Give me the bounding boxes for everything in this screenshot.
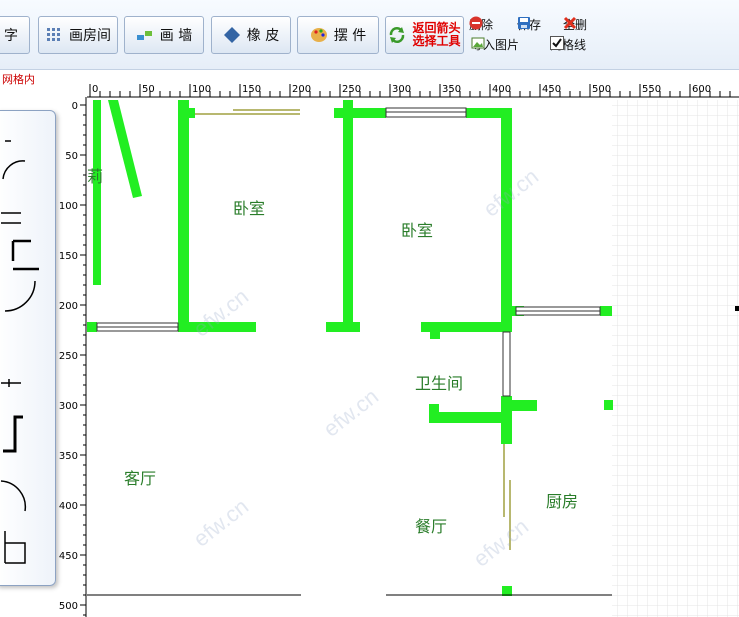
y-ruler-label: 0: [72, 101, 78, 112]
y-ruler-label: 250: [59, 351, 78, 362]
x-ruler-label: 0: [92, 84, 98, 95]
x-ruler-label: 200: [292, 84, 311, 95]
drawing-canvas[interactable]: 0 50 100 150 200 250 300 350 400 450 500 550 600 0 50…: [0, 70, 739, 617]
refresh-icon: [390, 27, 405, 43]
grid-icon: [47, 28, 60, 41]
palette-icon: [310, 28, 327, 42]
symbol-thumbnails: [0, 140, 39, 564]
wall-stub-far-east: [600, 306, 612, 316]
toolbar: 字 画房间 画 墙 橡 皮 摆 件 返回箭头 选择工具 全删 导入图片 网格线: [0, 0, 739, 70]
delete-icon: [469, 16, 483, 30]
delete-all-button[interactable]: 全删: [563, 16, 587, 33]
return-select-tool-button[interactable]: 返回箭头 选择工具: [385, 16, 464, 54]
vertical-ruler: 0 50 100 150 200 250 300 350 400 450 500: [59, 97, 87, 617]
y-ruler-label: 50: [65, 151, 78, 162]
y-ruler-label: 300: [59, 401, 78, 412]
horizontal-ruler: 0 50 100 150 200 250 300 350 400 450 500 550 600: [87, 84, 739, 98]
wall-bedroom-right-west: [343, 100, 353, 332]
x-ruler-label: 400: [492, 84, 511, 95]
room-label-kitchen: 厨房: [546, 492, 579, 511]
x-ruler-label: 350: [442, 84, 461, 95]
wall-bedroom-left-west: [178, 100, 189, 332]
return-select-text: 返回箭头 选择工具: [412, 22, 460, 48]
save-button[interactable]: 保存: [517, 16, 541, 33]
x-ruler-label: 600: [692, 84, 711, 95]
draw-wall-button[interactable]: 画 墙: [124, 16, 204, 54]
grid-toggle[interactable]: 网格线: [550, 36, 586, 53]
furniture-label: 摆 件: [333, 28, 367, 44]
furniture-button[interactable]: 摆 件: [297, 16, 379, 54]
x-ruler-label: 450: [542, 84, 561, 95]
floorplan-editor: 字 画房间 画 墙 橡 皮 摆 件 返回箭头 选择工具 全删 导入图片 网格线 …: [0, 0, 739, 617]
x-ruler-label: 150: [242, 84, 261, 95]
x-ruler-label: 50: [142, 84, 155, 95]
wall-left-vertical: [93, 100, 101, 285]
wall-bedroom-right-east: [501, 108, 512, 332]
wall-stub-kitchen-east: [604, 400, 613, 410]
y-ruler-label: 500: [59, 601, 78, 612]
x-ruler-label: 500: [592, 84, 611, 95]
checkbox-checked-icon[interactable]: [550, 36, 564, 50]
room-label-living: 客厅: [124, 469, 157, 488]
y-ruler-label: 350: [59, 451, 78, 462]
draw-room-button[interactable]: 画房间: [38, 16, 118, 54]
right-edge-marker: [735, 306, 739, 311]
return-line2: 选择工具: [412, 34, 461, 48]
save-icon: [518, 17, 530, 29]
eraser-button[interactable]: 橡 皮: [211, 16, 291, 54]
wall-stub-sw: [87, 322, 97, 332]
wall-icon: [136, 31, 152, 40]
eraser-label: 橡 皮: [246, 28, 280, 44]
wall-stub-top: [178, 108, 195, 118]
eraser-icon: [223, 27, 240, 43]
image-icon: [471, 37, 485, 49]
x-ruler-label: 100: [192, 84, 211, 95]
room-label-dining: 餐厅: [415, 517, 448, 536]
status-label: 网格内: [2, 73, 35, 86]
delete-button[interactable]: 删除: [469, 16, 493, 33]
wall-stub-kitchen: [512, 400, 537, 411]
wall-bedroom-right-north-left: [334, 108, 386, 118]
close-icon: [563, 16, 577, 30]
grid-background: [612, 100, 739, 617]
room-label-bedroom-left: 卧室: [233, 199, 266, 218]
floor-plan-drawing[interactable]: 0 50 100 150 200 250 300 350 400 450 500 550 600 0 50…: [0, 70, 739, 617]
draw-wall-label: 画 墙: [159, 28, 193, 44]
y-ruler-label: 100: [59, 201, 78, 212]
x-ruler-label: 250: [342, 84, 361, 95]
text-tool-label: 字: [4, 28, 18, 44]
y-ruler-label: 400: [59, 501, 78, 512]
x-ruler-label: 300: [392, 84, 411, 95]
wall-bathroom-east-lower: [501, 396, 512, 444]
y-ruler-label: 450: [59, 551, 78, 562]
room-label-bedroom-right: 卧室: [401, 221, 434, 240]
window-bathroom: [502, 331, 511, 397]
text-tool-button[interactable]: 字: [0, 16, 30, 54]
wall-stub-south-right: [430, 322, 440, 339]
wall-stub-south-mid: [326, 322, 360, 332]
import-image-button[interactable]: 导入图片: [471, 36, 519, 53]
x-ruler-label: 550: [642, 84, 661, 95]
y-ruler-label: 200: [59, 301, 78, 312]
room-label-partial: 莉: [87, 167, 104, 186]
room-label-bathroom: 卫生间: [415, 374, 464, 393]
draw-room-label: 画房间: [69, 28, 111, 44]
symbol-library-panel[interactable]: [0, 110, 56, 586]
y-ruler-label: 150: [59, 251, 78, 262]
